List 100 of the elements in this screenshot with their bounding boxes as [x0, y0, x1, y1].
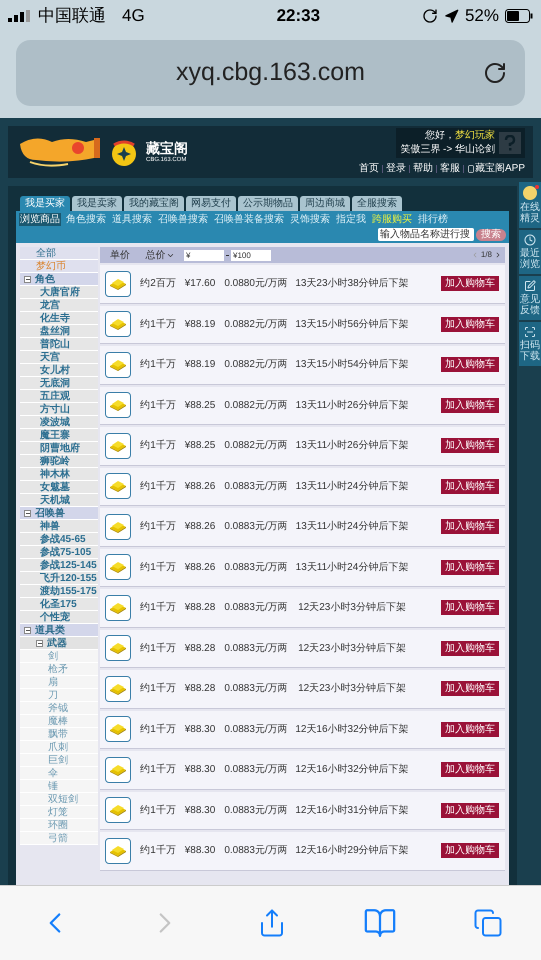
header-link[interactable]: 帮助	[412, 161, 433, 176]
min-price-field[interactable]: ¥	[184, 250, 224, 260]
sidebar-item[interactable]: 斧钺	[20, 702, 98, 715]
sidebar-item[interactable]: 阴曹地府	[20, 442, 98, 455]
add-to-cart-button[interactable]: 加入购物车	[441, 802, 499, 818]
sidebar-item[interactable]: 大唐官府	[20, 286, 98, 299]
subnav-link[interactable]: 召唤兽装备搜索	[213, 213, 285, 226]
add-to-cart-button[interactable]: 加入购物车	[441, 276, 499, 292]
header-link[interactable]: 客服	[440, 161, 460, 176]
subnav-link[interactable]: 道具搜索	[111, 213, 153, 226]
sidebar-item[interactable]: 女儿村	[20, 364, 98, 377]
subnav-link[interactable]: 角色搜索	[65, 213, 107, 226]
sidebar-item[interactable]: 爪刺	[20, 741, 98, 754]
sidebar-item[interactable]: 参战45-65	[20, 533, 98, 546]
max-price-field[interactable]: ¥100	[231, 250, 271, 260]
sidebar-item[interactable]: 魔王寨	[20, 429, 98, 442]
sidebar-item[interactable]: 神兽	[20, 520, 98, 533]
subnav-link[interactable]: 浏览商品	[19, 213, 61, 226]
header-link[interactable]: 登录	[386, 161, 406, 176]
add-to-cart-button[interactable]: 加入购物车	[441, 722, 499, 737]
next-page-icon[interactable]	[494, 251, 502, 259]
nav-tab[interactable]: 我是卖家	[72, 196, 122, 211]
sidebar-item[interactable]: 武器	[20, 637, 98, 650]
sidebar-item[interactable]: 化圣175	[20, 598, 98, 611]
header-link[interactable]: 首页	[358, 161, 379, 176]
add-to-cart-button[interactable]: 加入购物车	[441, 478, 499, 494]
sidebar-item[interactable]: 召唤兽	[20, 507, 98, 520]
add-to-cart-button[interactable]: 加入购物车	[441, 600, 499, 616]
subnav-link[interactable]: 召唤兽搜索	[157, 213, 209, 226]
side-rail-button[interactable]: 最近浏览	[519, 230, 541, 274]
address-bar[interactable]: xyq.cbg.163.com	[16, 40, 525, 106]
side-rail-button[interactable]: 意见反馈	[519, 276, 541, 320]
sidebar-item[interactable]: 五庄观	[20, 390, 98, 403]
nav-tab[interactable]: 全服搜索	[352, 196, 402, 211]
sidebar-item[interactable]: 刀	[20, 689, 98, 702]
sidebar-item[interactable]: 飞升120-155	[20, 572, 98, 585]
sidebar-item[interactable]: 角色	[20, 273, 98, 286]
sidebar-item[interactable]: 灯笼	[20, 806, 98, 819]
sidebar-item[interactable]: 伞	[20, 767, 98, 780]
sidebar-item[interactable]: 无底洞	[20, 377, 98, 390]
bookmarks-icon[interactable]	[363, 906, 398, 940]
sidebar-item[interactable]: 参战75-105	[20, 546, 98, 559]
sidebar-item[interactable]: 狮驼岭	[20, 455, 98, 468]
add-to-cart-button[interactable]: 加入购物车	[441, 681, 499, 696]
nav-tab[interactable]: 公示期物品	[238, 196, 298, 211]
add-to-cart-button[interactable]: 加入购物车	[441, 357, 499, 372]
reload-icon[interactable]	[483, 61, 507, 85]
sidebar-item[interactable]: 双短剑	[20, 793, 98, 806]
tabs-icon[interactable]	[473, 908, 504, 938]
sidebar-item[interactable]: 天机城	[20, 494, 98, 507]
sidebar-item[interactable]: 渡劫155-175	[20, 585, 98, 598]
sidebar-item[interactable]: 巨剑	[20, 754, 98, 767]
sidebar-item[interactable]: 方寸山	[20, 403, 98, 416]
add-to-cart-button[interactable]: 加入购物车	[441, 560, 499, 575]
sidebar-item[interactable]: 环圈	[20, 819, 98, 832]
subnav-link[interactable]: 灵饰搜索	[289, 213, 331, 226]
sidebar-item[interactable]: 扇	[20, 676, 98, 689]
sidebar-item[interactable]: 普陀山	[20, 338, 98, 351]
search-button[interactable]: 搜索	[476, 228, 506, 240]
sidebar-item[interactable]: 弓箭	[20, 832, 98, 845]
subnav-link[interactable]: 跨服购买	[371, 213, 413, 226]
nav-tab[interactable]: 周边商城	[300, 196, 350, 211]
nav-tab[interactable]: 我的藏宝阁	[124, 196, 184, 211]
sidebar-item[interactable]: 参战125-145	[20, 559, 98, 572]
sidebar-item[interactable]: 凌波城	[20, 416, 98, 429]
sidebar-item[interactable]: 剑	[20, 650, 98, 663]
side-rail-button[interactable]: 扫码下载	[519, 322, 541, 366]
sidebar-item[interactable]: 盘丝洞	[20, 325, 98, 338]
collapse-icon[interactable]	[24, 510, 31, 516]
add-to-cart-button[interactable]: 加入购物车	[441, 398, 499, 413]
sidebar-item[interactable]: 梦幻币	[20, 260, 98, 273]
sidebar-item[interactable]: 飘带	[20, 728, 98, 741]
sidebar-item[interactable]: 魔棒	[20, 715, 98, 728]
column-header[interactable]: 总价	[140, 248, 180, 262]
add-to-cart-button[interactable]: 加入购物车	[441, 640, 499, 656]
search-field[interactable]: 输入物品名称进行搜	[378, 228, 474, 241]
sidebar-item[interactable]: 道具类	[20, 624, 98, 637]
sidebar-item[interactable]: 个性宠	[20, 611, 98, 624]
column-header[interactable]: 单价	[100, 248, 140, 262]
collapse-icon[interactable]	[24, 276, 31, 282]
sidebar-item[interactable]: 锤	[20, 780, 98, 793]
nav-tab[interactable]: 网易支付	[186, 196, 236, 211]
subnav-link[interactable]: 指定我	[335, 213, 367, 226]
sidebar-item[interactable]: 天宫	[20, 351, 98, 364]
add-to-cart-button[interactable]: 加入购物车	[441, 843, 499, 858]
sidebar-item[interactable]: 龙宫	[20, 299, 98, 312]
add-to-cart-button[interactable]: 加入购物车	[441, 316, 499, 332]
nav-tab[interactable]: 我是买家	[20, 196, 70, 211]
sidebar-item[interactable]: 女魃墓	[20, 481, 98, 494]
sidebar-item[interactable]: 化生寺	[20, 312, 98, 325]
sidebar-item[interactable]: 枪矛	[20, 663, 98, 676]
sidebar-item[interactable]: 神木林	[20, 468, 98, 481]
username-link[interactable]: 梦幻玩家	[455, 130, 495, 142]
add-to-cart-button[interactable]: 加入购物车	[441, 519, 499, 534]
add-to-cart-button[interactable]: 加入购物车	[441, 438, 499, 454]
app-link[interactable]: 藏宝阁APP	[466, 161, 525, 176]
sidebar-item[interactable]: 全部	[20, 247, 98, 260]
add-to-cart-button[interactable]: 加入购物车	[441, 762, 499, 778]
side-rail-button[interactable]: 在线精灵	[519, 182, 541, 228]
subnav-link[interactable]: 排行榜	[417, 213, 449, 226]
